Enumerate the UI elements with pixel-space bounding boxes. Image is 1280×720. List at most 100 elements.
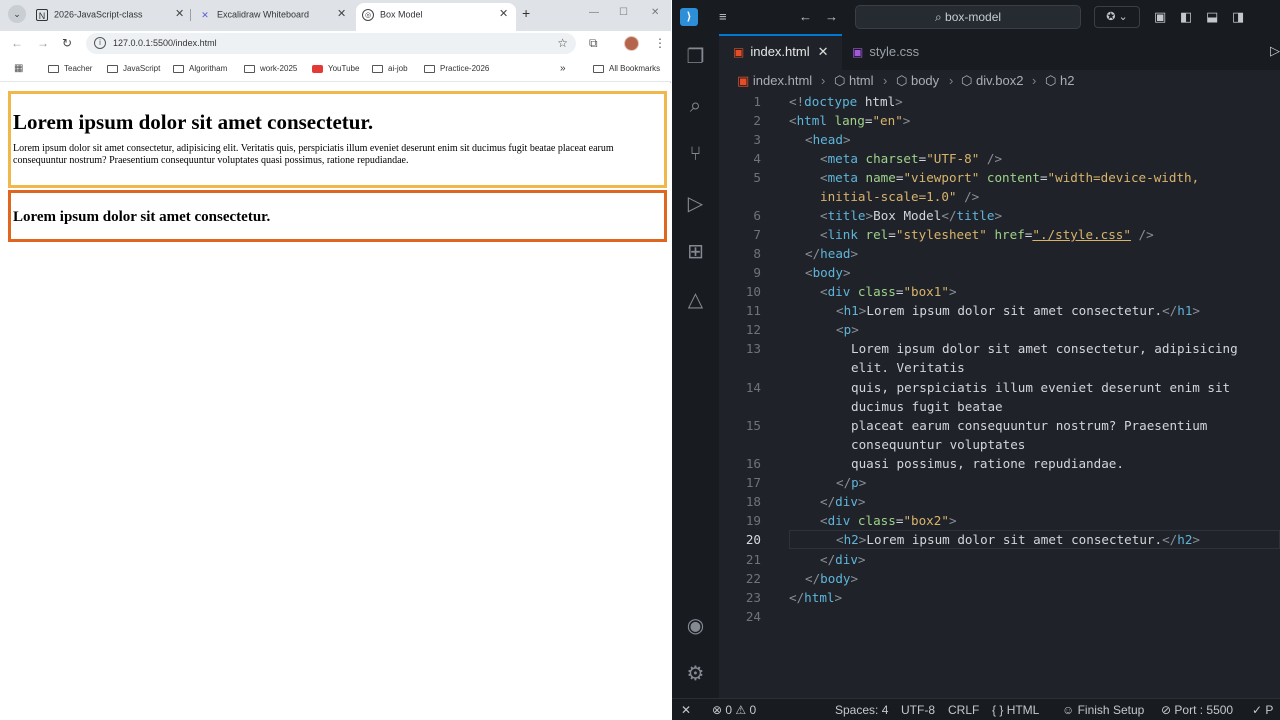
toggle-sidebar-icon[interactable]: ◧ (1180, 8, 1192, 26)
browser-tab[interactable]: N 2026-JavaScript-class ✕ (30, 3, 188, 31)
breadcrumb-body[interactable]: ⬡ body (896, 70, 939, 92)
url-text[interactable]: 127.0.0.1:5500/index.html (113, 33, 217, 54)
profile-avatar[interactable] (624, 36, 639, 51)
close-tab-icon[interactable]: ✕ (818, 44, 829, 59)
extensions-icon[interactable]: ⊞ (672, 239, 719, 265)
code-line[interactable]: </div> (820, 550, 866, 569)
code-token: "en" (872, 113, 903, 128)
settings-gear-icon[interactable]: ⚙ (672, 661, 719, 687)
copilot-button[interactable]: ✪ ⌄ (1094, 6, 1140, 28)
forward-icon[interactable]: → (37, 34, 49, 52)
breadcrumb-file[interactable]: ▣ index.html (737, 70, 812, 92)
breadcrumb-h2[interactable]: ⬡ h2 (1045, 70, 1074, 92)
back-icon[interactable]: ← (799, 8, 812, 26)
code-line[interactable]: </div> (820, 492, 866, 511)
code-line[interactable]: <h1>Lorem ipsum dolor sit amet consectet… (836, 301, 1200, 320)
search-icon[interactable]: ⌕ (672, 93, 719, 119)
hamburger-menu-icon[interactable]: ≡ (719, 8, 727, 26)
tab-search-icon[interactable]: ⌄ (8, 5, 26, 23)
code-line[interactable]: <div class="box1"> (820, 282, 957, 301)
back-icon[interactable]: ← (11, 34, 23, 52)
bookmark-folder[interactable]: Teacher (48, 56, 92, 82)
code-line[interactable]: </html> (789, 588, 842, 607)
close-tab-icon[interactable]: ✕ (499, 3, 508, 25)
browser-tab-active[interactable]: ◎ Box Model ✕ (356, 3, 516, 31)
browser-tab[interactable]: ✕ Excalidraw Whiteboard ✕ (193, 3, 353, 31)
code-line[interactable]: <meta name="viewport" content="width=dev… (820, 168, 1199, 187)
code-line[interactable]: </body> (805, 569, 858, 588)
code-line[interactable]: <title>Box Model</title> (820, 206, 1002, 225)
code-line[interactable]: <meta charset="UTF-8" /> (820, 149, 1002, 168)
more-bookmarks-button[interactable]: » (560, 56, 566, 82)
code-line[interactable]: <h2>Lorem ipsum dolor sit amet consectet… (836, 530, 1200, 549)
minimize-icon[interactable]: — (589, 4, 599, 22)
code-line[interactable]: <body> (805, 263, 851, 282)
code-line[interactable]: quasi possimus, ratione repudiandae. (851, 454, 1124, 473)
live-server-port[interactable]: ⊘ Port : 5500 (1161, 699, 1233, 720)
remote-indicator-icon[interactable]: ✕ (681, 699, 691, 720)
bookmark-folder[interactable]: Practice-2026 (424, 56, 489, 82)
prettier-indicator[interactable]: ✓ P (1252, 699, 1273, 720)
code-line[interactable]: ducimus fugit beatae (851, 397, 1003, 416)
code-line[interactable]: <!doctype html> (789, 92, 903, 111)
apps-grid-icon[interactable]: ▦ (14, 64, 23, 74)
code-line[interactable]: <html lang="en"> (789, 111, 910, 130)
code-line[interactable]: elit. Veritatis (851, 358, 965, 377)
language-mode[interactable]: { } HTML (992, 699, 1039, 720)
code-line[interactable]: consequuntur voluptates (851, 435, 1025, 454)
encoding-indicator[interactable]: UTF-8 (901, 699, 935, 720)
line-number: 6 (753, 208, 761, 223)
run-debug-icon[interactable]: ▷ (672, 191, 719, 217)
bookmark-link[interactable]: YouTube (312, 56, 359, 82)
toggle-secondary-sidebar-icon[interactable]: ◨ (1232, 8, 1244, 26)
toggle-panel-icon[interactable]: ⬓ (1206, 8, 1218, 26)
bookmark-folder[interactable]: Algoritham (173, 56, 227, 82)
close-window-icon[interactable]: ✕ (651, 4, 659, 22)
code-line[interactable]: <p> (836, 320, 859, 339)
code-token: html (796, 113, 827, 128)
code-line[interactable]: </p> (836, 473, 866, 492)
code-line[interactable]: placeat earum consequuntur nostrum? Prae… (851, 416, 1207, 435)
editor-tab-index-html[interactable]: ▣ index.html ✕ (719, 34, 842, 70)
problems-indicator[interactable]: ⊗ 0 ⚠ 0 (712, 699, 756, 720)
finish-setup-button[interactable]: ☺ Finish Setup (1062, 699, 1144, 720)
run-icon[interactable]: ▷ (1270, 43, 1280, 59)
forward-icon[interactable]: → (825, 8, 838, 26)
code-editor[interactable]: 1 2 3 4 5 6 7 8 9 10 11 12 13 14 15 16 1… (719, 92, 1280, 692)
accounts-icon[interactable]: ◉ (672, 613, 719, 639)
command-center-search[interactable]: ⌕ box-model (855, 5, 1081, 29)
all-bookmarks-folder[interactable]: All Bookmarks (593, 56, 660, 82)
eol-indicator[interactable]: CRLF (948, 699, 979, 720)
site-info-icon[interactable]: i (94, 37, 106, 49)
new-tab-button[interactable]: + (522, 3, 530, 23)
code-line[interactable]: <link rel="stylesheet" href="./style.css… (820, 225, 1154, 244)
source-control-icon[interactable]: ⑂ (672, 141, 719, 167)
menu-icon[interactable]: ⋮ (654, 34, 666, 52)
code-line[interactable]: <head> (805, 130, 851, 149)
line-number: 17 (745, 475, 761, 490)
customize-layout-icon[interactable]: ▣ (1154, 8, 1166, 26)
breadcrumb-div[interactable]: ⬡ div.box2 (961, 70, 1023, 92)
close-tab-icon[interactable]: ✕ (337, 3, 346, 25)
code-line[interactable]: Lorem ipsum dolor sit amet consectetur, … (851, 339, 1238, 358)
editor-tab-style-css[interactable]: ▣ style.css (842, 34, 952, 70)
code-line[interactable]: <div class="box2"> (820, 511, 957, 530)
close-tab-icon[interactable]: ✕ (175, 3, 184, 25)
bookmark-folder[interactable]: JavaScript (107, 56, 160, 82)
explorer-icon[interactable]: ❐ (672, 44, 719, 70)
code-line[interactable]: quis, perspiciatis illum eveniet deserun… (851, 378, 1230, 397)
code-token: class (850, 284, 896, 299)
breadcrumb-html[interactable]: ⬡ html (834, 70, 874, 92)
reload-icon[interactable]: ↻ (62, 34, 72, 52)
bookmark-folder[interactable]: ai-job (372, 56, 408, 82)
bookmark-star-icon[interactable]: ☆ (557, 33, 568, 54)
remote-explorer-icon[interactable]: △ (672, 287, 719, 313)
code-line[interactable]: initial-scale=1.0" /> (820, 187, 979, 206)
extensions-icon[interactable]: ⧉ (589, 34, 598, 52)
maximize-icon[interactable]: ☐ (619, 4, 628, 22)
address-bar[interactable]: i 127.0.0.1:5500/index.html ☆ (86, 33, 576, 54)
indentation-indicator[interactable]: Spaces: 4 (835, 699, 888, 720)
code-line[interactable]: </head> (805, 244, 858, 263)
bookmark-folder[interactable]: work-2025 (244, 56, 297, 82)
code-token: initial-scale=1.0" (820, 189, 957, 204)
